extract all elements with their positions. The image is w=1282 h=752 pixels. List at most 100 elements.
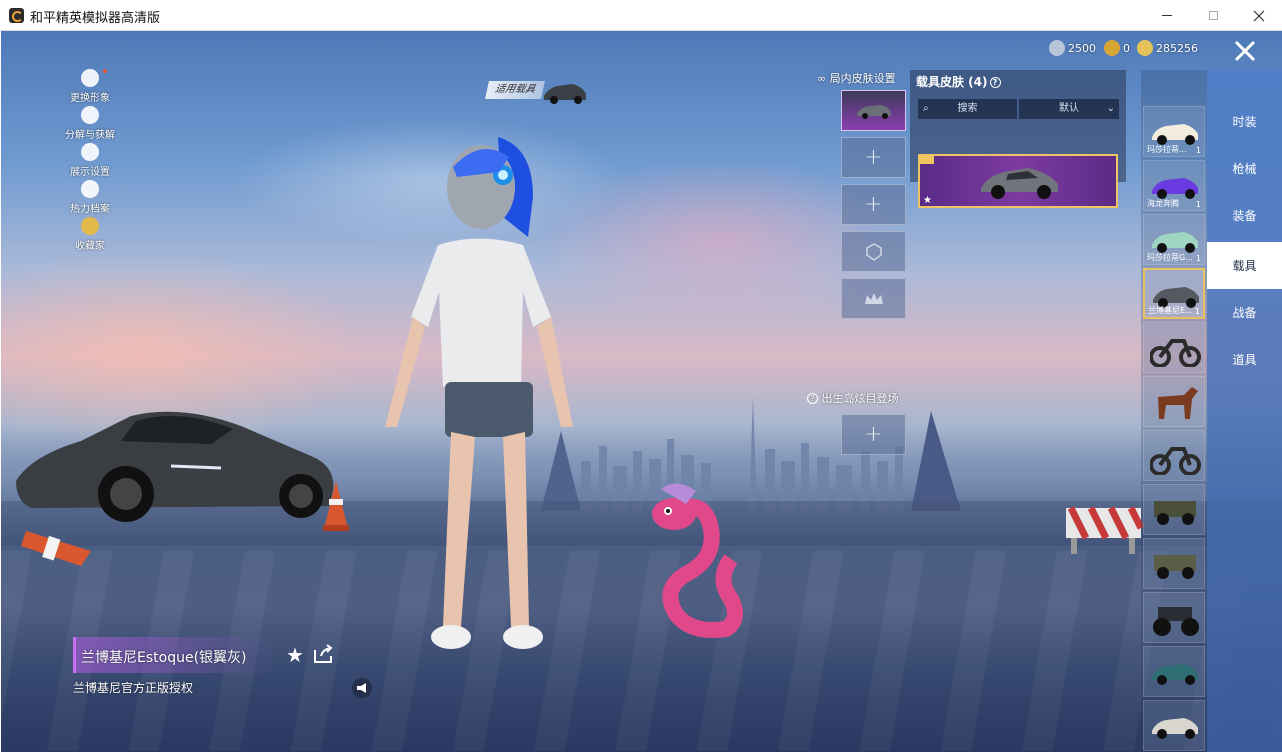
vehicle-list-item[interactable]: [1143, 430, 1205, 481]
vehicle-list-count: 1: [1194, 307, 1200, 316]
tab-label: 枪械: [1232, 162, 1257, 176]
vehicle-list-item[interactable]: [1143, 484, 1205, 535]
close-panel-button[interactable]: [1207, 31, 1282, 70]
traffic-cone: [323, 481, 349, 531]
search-label: 搜索: [957, 103, 978, 114]
share-icon: [314, 644, 333, 663]
skin-card-selected[interactable]: ★: [918, 154, 1118, 208]
close-icon: [1234, 40, 1255, 61]
vehicle-thumbnail-icon: [1154, 555, 1196, 579]
menu-collector[interactable]: 收藏家: [59, 217, 121, 253]
puzzle-icon: [81, 106, 99, 124]
tab-guns[interactable]: 枪械: [1207, 145, 1282, 192]
favorite-star-icon: ★: [923, 195, 932, 206]
window-title: 和平精英模拟器高清版: [30, 11, 161, 26]
share-button[interactable]: [313, 644, 335, 668]
vehicle-thumbnail-icon: [1150, 339, 1201, 367]
skin-search-input[interactable]: ⌕ 搜索: [918, 99, 1017, 119]
skin-slot-1[interactable]: [841, 90, 906, 131]
app-logo-icon: [9, 8, 24, 23]
currency-value: 0: [1123, 41, 1130, 55]
vehicle-list-item[interactable]: 玛莎拉蒂G... 1: [1143, 214, 1205, 265]
silver-coin-icon: [1049, 40, 1065, 56]
search-icon: ⌕: [923, 103, 929, 114]
currency-silver: 2500: [1049, 39, 1096, 57]
skin-panel-title-text: 载具皮肤 (4): [916, 75, 988, 89]
help-icon: ?: [989, 77, 1001, 88]
vehicle-thumbnail-icon: [1152, 718, 1198, 739]
vehicle-list-count: 1: [1195, 254, 1201, 263]
vehicle-list-item[interactable]: 海龙奔腾 1: [1143, 160, 1205, 211]
skin-panel-title: 载具皮肤 (4)?: [916, 73, 1001, 90]
tab-items[interactable]: 道具: [1207, 336, 1282, 383]
skin-slot-locked-1[interactable]: [841, 231, 906, 272]
skin-sort-dropdown[interactable]: 默认 ⌄: [1019, 99, 1119, 119]
skin-slot-locked-2[interactable]: [841, 278, 906, 319]
vehicle-list-item[interactable]: 兰博基尼E... 1: [1143, 268, 1205, 319]
spawn-island-title: ? 出生岛炫目登场: [805, 390, 899, 406]
spawn-island-label: 出生岛炫目登场: [821, 392, 899, 405]
tab-label: 时装: [1232, 115, 1257, 129]
vehicle-list-item[interactable]: [1143, 592, 1205, 643]
badge-lock-icon: [865, 242, 882, 261]
menu-label: 热力档案: [70, 204, 110, 215]
link-icon: ∞: [817, 72, 830, 85]
help-icon: ?: [807, 393, 818, 404]
add-icon: +: [864, 422, 883, 447]
horn-button[interactable]: [352, 678, 372, 698]
vehicle-list-item[interactable]: [1143, 322, 1205, 373]
minimize-icon: [1162, 15, 1172, 16]
menu-change-appearance[interactable]: 更换形象: [59, 69, 121, 105]
spawn-island-slot[interactable]: +: [841, 414, 906, 455]
vehicle-list-item[interactable]: [1143, 538, 1205, 589]
add-icon: +: [864, 145, 883, 170]
maximize-button[interactable]: [1190, 0, 1236, 31]
vehicle-list-name: 玛莎拉蒂G...: [1147, 253, 1193, 262]
tab-label: 战备: [1232, 306, 1257, 320]
in-game-skin-label: 局内皮肤设置: [829, 72, 896, 85]
player-character: [385, 137, 573, 649]
tab-vehicles[interactable]: 载具: [1207, 242, 1282, 289]
vehicle-list-count: 1: [1195, 200, 1201, 209]
menu-heat-archive[interactable]: 热力档案: [59, 180, 121, 216]
road-barrier: [1066, 506, 1145, 554]
category-panel: 时装 枪械 装备 载具 战备 道具: [1207, 70, 1282, 752]
menu-label: 分解与获解: [65, 130, 115, 141]
favorite-button[interactable]: ★: [286, 643, 304, 667]
tab-equipment[interactable]: 装备: [1207, 192, 1282, 239]
vehicle-list: 玛莎拉蒂... 1 海龙奔腾 1 玛莎拉蒂G... 1 兰博基尼E... 1: [1141, 70, 1207, 752]
tab-readiness[interactable]: 战备: [1207, 289, 1282, 336]
new-badge-icon: [920, 156, 934, 164]
in-game-skin-title: ∞ 局内皮肤设置: [817, 70, 896, 86]
currency-gold: 285256: [1137, 39, 1198, 57]
horn-icon: [357, 683, 366, 693]
close-window-button[interactable]: [1236, 0, 1282, 31]
vehicle-thumbnail-icon: [1150, 447, 1201, 475]
vehicle-name: 兰博基尼Estoque(银翼灰): [81, 650, 247, 666]
tab-label: 道具: [1232, 353, 1257, 367]
skin-slot-2[interactable]: +: [841, 137, 906, 178]
vehicle-thumbnail-icon: [1152, 664, 1198, 685]
menu-decompose[interactable]: 分解与获解: [59, 106, 121, 142]
currency-medal: 0: [1104, 39, 1130, 57]
minimize-button[interactable]: [1144, 0, 1190, 31]
tab-fashion[interactable]: 时装: [1207, 98, 1282, 145]
vehicle-list-item[interactable]: 玛莎拉蒂... 1: [1143, 106, 1205, 157]
currency-value: 2500: [1068, 41, 1096, 55]
vehicle-list-name: 海龙奔腾: [1147, 199, 1179, 208]
menu-label: 更换形象: [70, 93, 110, 104]
menu-display-settings[interactable]: 展示设置: [59, 143, 121, 179]
pink-dragon-pet: [652, 483, 743, 638]
vehicle-list-item[interactable]: [1143, 700, 1205, 751]
window-titlebar: 和平精英模拟器高清版: [0, 0, 1282, 31]
collector-badge-icon: [81, 217, 99, 235]
skin-slot-3[interactable]: +: [841, 184, 906, 225]
vehicle-list-item[interactable]: [1143, 376, 1205, 427]
avatar-icon: [81, 69, 99, 87]
suitable-vehicle-icon: [544, 84, 586, 104]
vehicle-list-name: 兰博基尼E...: [1148, 306, 1193, 315]
vehicle-license-text: 兰博基尼官方正版授权: [73, 681, 194, 695]
tab-label: 载具: [1232, 259, 1257, 273]
chevron-down-icon: ⌄: [1106, 103, 1115, 114]
vehicle-list-item[interactable]: [1143, 646, 1205, 697]
